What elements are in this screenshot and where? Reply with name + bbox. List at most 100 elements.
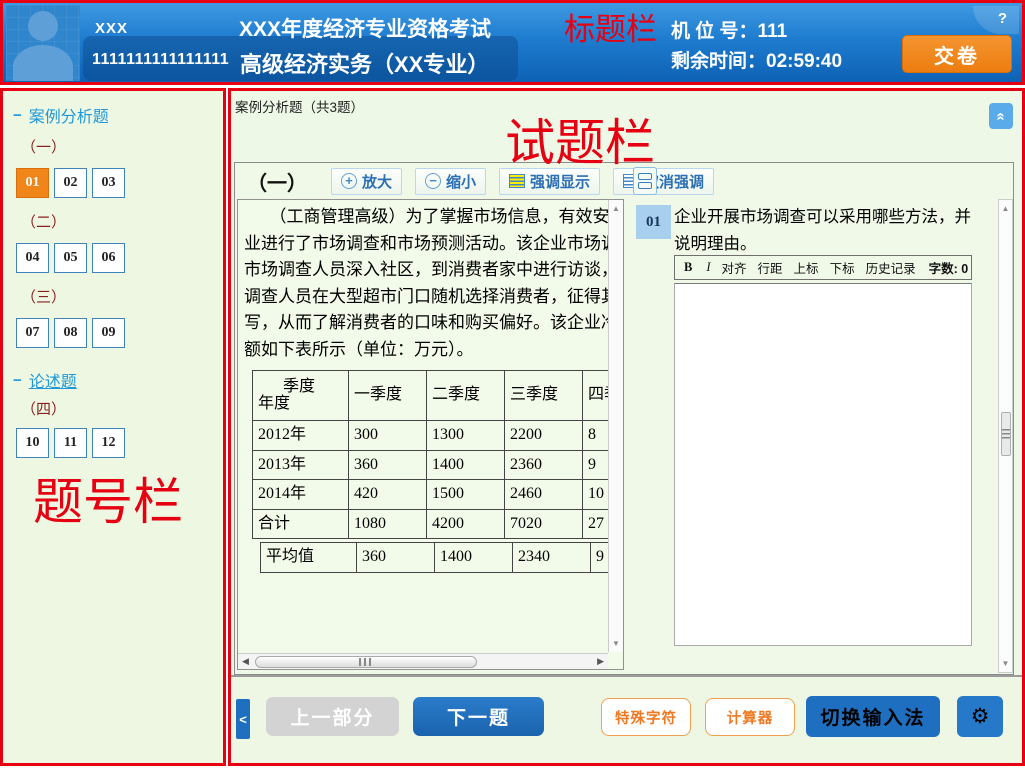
gear-icon: ⚙ xyxy=(971,704,990,729)
stem-line: 写，从而了解消费者的口味和购买偏好。该企业冷饮 xyxy=(244,310,608,337)
sidebar-section-case-analysis[interactable]: − 案例分析题 xyxy=(13,103,223,127)
special-characters-button[interactable]: 特殊字符 xyxy=(601,698,691,736)
question-button-09[interactable]: 09 xyxy=(92,318,125,348)
avatar xyxy=(6,5,80,81)
scroll-up-icon[interactable]: ▲ xyxy=(999,204,1012,213)
highlight-label: 强调显示 xyxy=(530,171,590,192)
number-row-3: 07 08 09 xyxy=(16,318,223,348)
avatar-body-icon xyxy=(13,45,73,81)
question-stem-panel: （工商管理高级）为了掌握市场信息，有效安排 业进行了市场调查和市场预测活动。该企… xyxy=(237,199,624,670)
section-title[interactable]: 论述题 xyxy=(29,368,77,392)
question-button-04[interactable]: 04 xyxy=(16,243,49,273)
align-button[interactable]: 对齐 xyxy=(722,258,747,277)
collapse-panel-button[interactable]: « xyxy=(989,103,1013,129)
number-row-1: 01 02 03 xyxy=(16,168,223,198)
unhighlight-button[interactable]: 取消强调 xyxy=(613,168,714,195)
navigation-footer: < 上一部分 下一题 特殊字符 计算器 切换输入法 ⚙ xyxy=(231,675,1022,763)
stem-line: 市场调查人员深入社区，到消费者家中进行访谈，了 xyxy=(244,257,608,284)
cell: 9 xyxy=(591,543,609,573)
bold-button[interactable]: B xyxy=(684,260,692,275)
avatar-head-icon xyxy=(28,11,58,41)
scroll-down-icon[interactable]: ▼ xyxy=(999,659,1012,668)
cell: 4200 xyxy=(427,509,505,539)
cell: 8 xyxy=(583,421,609,451)
column-header: 二季度 xyxy=(427,371,505,421)
table-row: 合计 1080 4200 7020 27 xyxy=(253,509,609,539)
line-spacing-button[interactable]: 行距 xyxy=(758,258,783,277)
question-button-10[interactable]: 10 xyxy=(16,428,49,458)
question-toolbar: （一） + 放大 − 缩小 强调显示 取消强调 xyxy=(235,163,1013,199)
table-row: 2012年 300 1300 2200 8 xyxy=(253,421,609,451)
cell: 27 xyxy=(583,509,609,539)
help-icon[interactable]: ? xyxy=(998,10,1007,27)
scrollbar-grip-icon xyxy=(359,658,373,666)
horizontal-scroll-thumb[interactable] xyxy=(255,656,477,668)
question-button-08[interactable]: 08 xyxy=(54,318,87,348)
cell: 1400 xyxy=(435,543,513,573)
question-button-12[interactable]: 12 xyxy=(92,428,125,458)
subscript-button[interactable]: 下标 xyxy=(830,258,855,277)
next-question-button[interactable]: 下一题 xyxy=(413,697,544,736)
chevron-left-icon: < xyxy=(239,712,247,727)
cell: 9 xyxy=(583,450,609,480)
corner-label-year: 年度 xyxy=(258,391,290,418)
title-bar: XXX 1111111111111111 XXX年度经济专业资格考试 高级经济实… xyxy=(0,0,1025,85)
highlight-icon xyxy=(509,174,525,188)
stem-vertical-scrollbar[interactable]: ▲ ▼ xyxy=(608,200,623,652)
section-title[interactable]: 案例分析题 xyxy=(29,103,109,127)
scroll-down-icon[interactable]: ▼ xyxy=(609,639,623,648)
zoom-out-button[interactable]: − 缩小 xyxy=(415,168,486,195)
history-button[interactable]: 历史记录 xyxy=(866,258,916,277)
group-label-3: （三） xyxy=(21,286,223,307)
superscript-button[interactable]: 上标 xyxy=(794,258,819,277)
switch-ime-button[interactable]: 切换输入法 xyxy=(806,696,940,737)
italic-button[interactable]: I xyxy=(706,260,710,275)
exam-title-line2: 高级经济实务（XX专业） xyxy=(240,47,489,79)
average-row-table: 平均值 360 1400 2340 9 xyxy=(260,542,608,573)
sidebar-section-essay[interactable]: − 论述题 xyxy=(13,368,223,392)
question-number-panel: − 案例分析题 （一） 01 02 03 （二） 04 05 06 （三） 07… xyxy=(0,88,226,766)
scroll-up-icon[interactable]: ▲ xyxy=(609,204,623,213)
stem-horizontal-scrollbar[interactable]: ◀ ▶ xyxy=(238,653,608,669)
question-button-03[interactable]: 03 xyxy=(92,168,125,198)
split-layout-button[interactable] xyxy=(633,167,657,195)
question-text: 企业开展市场调查可以采用哪些方法，并说明理由。 xyxy=(674,203,976,257)
cell: 360 xyxy=(357,543,435,573)
scroll-left-icon[interactable]: ◀ xyxy=(242,656,249,667)
tree-collapse-icon[interactable]: − xyxy=(13,372,22,389)
zoom-in-button[interactable]: + 放大 xyxy=(331,168,402,195)
tree-collapse-icon[interactable]: − xyxy=(13,107,22,124)
group-label-4: （四） xyxy=(21,398,223,419)
cell: 420 xyxy=(349,480,427,510)
row-label: 2014年 xyxy=(253,480,349,510)
calculator-button[interactable]: 计算器 xyxy=(705,698,795,736)
help-corner[interactable]: ? xyxy=(973,6,1019,34)
scroll-right-icon[interactable]: ▶ xyxy=(597,656,604,667)
row-label: 2012年 xyxy=(253,421,349,451)
settings-button[interactable]: ⚙ xyxy=(957,696,1003,737)
cell: 1500 xyxy=(427,480,505,510)
stem-line: 业进行了市场调查和市场预测活动。该企业市场调查 xyxy=(244,231,608,258)
question-button-01[interactable]: 01 xyxy=(16,168,49,198)
question-button-02[interactable]: 02 xyxy=(54,168,87,198)
user-id: 1111111111111111 xyxy=(92,51,229,69)
table-row: 平均值 360 1400 2340 9 xyxy=(261,543,609,573)
answer-vertical-scrollbar[interactable]: ▲ ▼ xyxy=(998,199,1013,673)
row-label: 平均值 xyxy=(261,543,357,573)
column-header: 四季度 xyxy=(583,371,609,421)
question-button-06[interactable]: 06 xyxy=(92,243,125,273)
cell: 2200 xyxy=(505,421,583,451)
cell: 7020 xyxy=(505,509,583,539)
submit-exam-button[interactable]: 交卷 xyxy=(902,35,1012,73)
highlight-button[interactable]: 强调显示 xyxy=(499,168,600,195)
question-button-11[interactable]: 11 xyxy=(54,428,87,458)
answer-input-area[interactable] xyxy=(674,283,972,646)
question-button-07[interactable]: 07 xyxy=(16,318,49,348)
station-number: 机 位 号：111 xyxy=(671,16,787,43)
scrollbar-grip-icon xyxy=(1002,429,1010,439)
hide-sidebar-tab[interactable]: < xyxy=(236,699,250,739)
previous-section-button[interactable]: 上一部分 xyxy=(266,697,399,736)
minus-circle-icon: − xyxy=(425,173,441,189)
question-button-05[interactable]: 05 xyxy=(54,243,87,273)
vertical-scroll-thumb[interactable] xyxy=(1001,412,1011,456)
